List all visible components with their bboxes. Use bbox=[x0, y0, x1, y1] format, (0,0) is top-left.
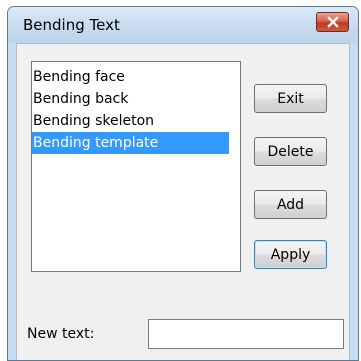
window-title: Bending Text bbox=[23, 16, 120, 34]
list-item-selected[interactable]: Bending template bbox=[32, 132, 229, 154]
exit-button[interactable]: Exit bbox=[254, 84, 327, 113]
dialog-body: Bending face Bending back Bending skelet… bbox=[16, 43, 350, 360]
apply-button[interactable]: Apply bbox=[254, 240, 327, 269]
list-item[interactable]: Bending skeleton bbox=[32, 110, 229, 132]
dialog-window: Bending Text Bending face Bending back B… bbox=[7, 6, 359, 361]
delete-button[interactable]: Delete bbox=[254, 137, 327, 166]
close-icon bbox=[326, 16, 339, 28]
add-button[interactable]: Add bbox=[254, 190, 327, 219]
new-text-input[interactable] bbox=[148, 319, 344, 349]
list-item[interactable]: Bending back bbox=[32, 88, 229, 110]
new-text-label: New text: bbox=[27, 326, 95, 342]
close-button[interactable] bbox=[316, 12, 349, 32]
title-bar[interactable]: Bending Text bbox=[8, 7, 358, 43]
text-listbox[interactable]: Bending face Bending back Bending skelet… bbox=[31, 61, 241, 272]
list-item[interactable]: Bending face bbox=[32, 66, 229, 88]
